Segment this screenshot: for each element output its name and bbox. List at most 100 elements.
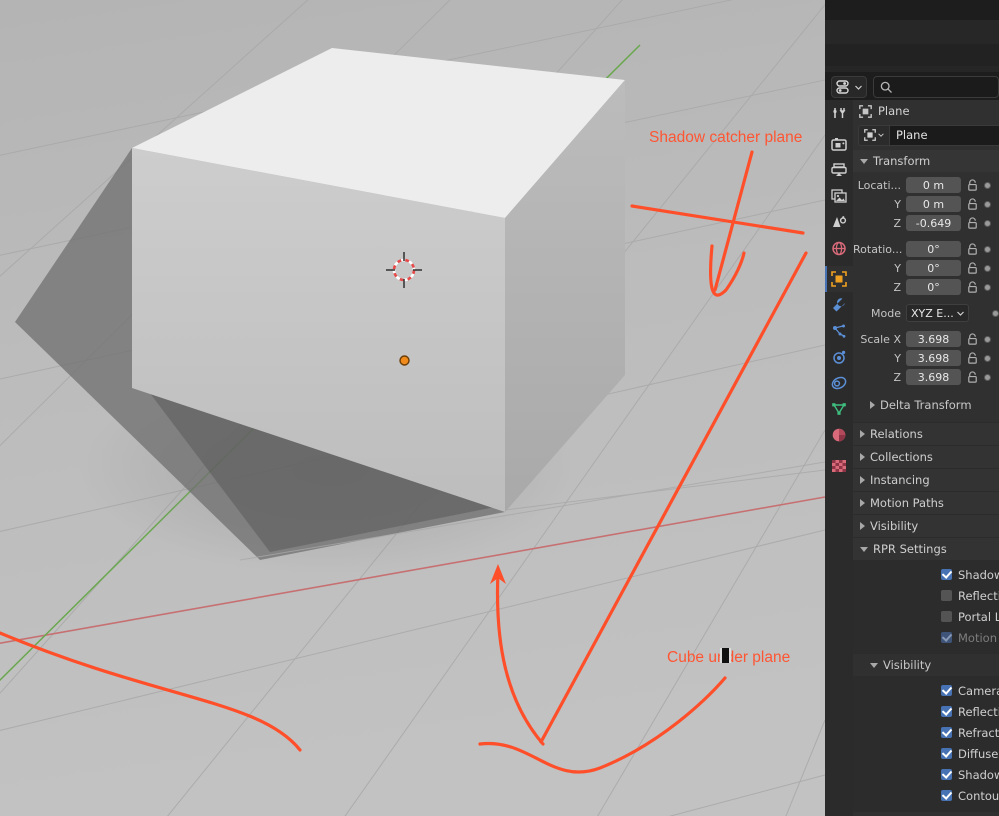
- panel-header-motion-paths[interactable]: Motion Paths: [853, 491, 999, 514]
- unlock-icon[interactable]: [966, 261, 979, 275]
- checkbox-row-reflection-catcher[interactable]: Reflection C...: [853, 585, 999, 606]
- subpanel-header-delta-transform[interactable]: Delta Transform: [853, 395, 999, 415]
- chevron-down-icon: [878, 133, 884, 137]
- panel-header-transform[interactable]: Transform: [853, 150, 999, 172]
- tab-tool[interactable]: [825, 100, 853, 126]
- checkbox-camera[interactable]: [941, 685, 952, 696]
- animate-property-dot[interactable]: [985, 336, 990, 342]
- checkbox-row-refraction[interactable]: Refraction: [853, 722, 999, 743]
- blender-window: Shadow catcher plane Cube under plane: [0, 0, 999, 816]
- properties-body: Plane Plane Transform Locati... 0 m Y 0 …: [853, 100, 999, 816]
- checkbox-row-reflections[interactable]: Reflections: [853, 701, 999, 722]
- tab-material[interactable]: [825, 422, 853, 448]
- label-mode: Mode: [871, 306, 901, 320]
- panel-header-visibility[interactable]: Visibility: [853, 514, 999, 537]
- field-row-location-z: Z -0.649: [853, 214, 999, 232]
- tab-scene[interactable]: [825, 209, 853, 235]
- animate-property-dot[interactable]: [985, 182, 990, 188]
- physics-orbit-icon: [833, 350, 846, 364]
- tab-physics[interactable]: [825, 344, 853, 370]
- field-scale-y[interactable]: 3.698: [906, 350, 961, 366]
- panel-title-visibility: Visibility: [870, 519, 919, 533]
- object-datablock-selector[interactable]: [858, 124, 890, 146]
- chevron-down-icon: [860, 158, 868, 164]
- checkbox-row-shadows[interactable]: Shadows: [853, 764, 999, 785]
- tab-particles[interactable]: [825, 318, 853, 344]
- panel-header-rpr-settings[interactable]: RPR Settings: [853, 537, 999, 560]
- wrench-icon: [833, 298, 845, 312]
- animate-property-dot[interactable]: [985, 246, 990, 252]
- animate-property-dot[interactable]: [985, 201, 990, 207]
- tab-object-constraints[interactable]: [825, 370, 853, 396]
- object-square-icon: [831, 271, 847, 287]
- checkbox-row-shadow-catcher[interactable]: Shadow Cat...: [853, 564, 999, 585]
- dropdown-rotation-mode[interactable]: XYZ E...: [906, 304, 969, 322]
- checkbox-row-diffuse[interactable]: Diffuse: [853, 743, 999, 764]
- tab-view-layer[interactable]: [825, 183, 853, 209]
- chevron-right-icon: [870, 401, 875, 409]
- object-square-icon: [864, 129, 876, 141]
- label-reflections: Reflections: [958, 704, 999, 719]
- chevron-right-icon: [860, 522, 865, 530]
- panel-body-rpr-settings: Shadow Cat... Reflection C... Portal Lig…: [853, 560, 999, 654]
- unlock-icon[interactable]: [966, 370, 979, 384]
- checkbox-contour[interactable]: [941, 790, 952, 801]
- tab-render[interactable]: [825, 131, 853, 157]
- checkbox-refraction[interactable]: [941, 727, 952, 738]
- animate-property-dot[interactable]: [993, 310, 998, 316]
- unlock-icon[interactable]: [966, 178, 979, 192]
- field-scale-z[interactable]: 3.698: [906, 369, 961, 385]
- editor-type-button[interactable]: [831, 76, 867, 98]
- object-name-field[interactable]: Plane: [890, 124, 999, 146]
- checkbox-diffuse[interactable]: [941, 748, 952, 759]
- field-location-z[interactable]: -0.649: [906, 215, 961, 231]
- checkbox-shadows[interactable]: [941, 769, 952, 780]
- field-rotation-z[interactable]: 0°: [906, 279, 961, 295]
- particles-icon: [833, 324, 846, 338]
- animate-property-dot[interactable]: [985, 265, 990, 271]
- unlock-icon[interactable]: [966, 197, 979, 211]
- animate-property-dot[interactable]: [985, 284, 990, 290]
- search-input[interactable]: [873, 76, 999, 98]
- panel-header-collections[interactable]: Collections: [853, 445, 999, 468]
- tab-object-data[interactable]: [825, 396, 853, 422]
- tab-object[interactable]: [825, 266, 853, 292]
- subpanel-title-delta-transform: Delta Transform: [880, 398, 972, 412]
- field-row-scale-y: Y 3.698: [853, 349, 999, 367]
- field-location-x[interactable]: 0 m: [906, 177, 961, 193]
- subpanel-header-rpr-visibility[interactable]: Visibility: [853, 654, 999, 676]
- animate-property-dot[interactable]: [985, 220, 990, 226]
- checkbox-reflection-catcher[interactable]: [941, 590, 952, 601]
- field-scale-x[interactable]: 3.698: [906, 331, 961, 347]
- checkbox-portal-light[interactable]: [941, 611, 952, 622]
- animate-property-dot[interactable]: [985, 355, 990, 361]
- panel-header-instancing[interactable]: Instancing: [853, 468, 999, 491]
- chevron-down-icon: [855, 85, 862, 90]
- panel-title-collections: Collections: [870, 450, 933, 464]
- checkbox-row-portal-light[interactable]: Portal Light: [853, 606, 999, 627]
- animate-property-dot[interactable]: [985, 374, 990, 380]
- unlock-icon[interactable]: [966, 242, 979, 256]
- unlock-icon[interactable]: [966, 280, 979, 294]
- tab-output[interactable]: [825, 157, 853, 183]
- checkbox-row-camera[interactable]: Camera: [853, 680, 999, 701]
- tab-modifiers[interactable]: [825, 292, 853, 318]
- field-rotation-y[interactable]: 0°: [906, 260, 961, 276]
- checkbox-row-contour[interactable]: Contour: [853, 785, 999, 806]
- checkbox-reflections[interactable]: [941, 706, 952, 717]
- unlock-icon[interactable]: [966, 351, 979, 365]
- unlock-icon[interactable]: [966, 216, 979, 230]
- panel-header-relations[interactable]: Relations: [853, 422, 999, 445]
- label-rotation-y: Y: [894, 261, 901, 275]
- tab-world[interactable]: [825, 235, 853, 261]
- panel-body-transform: Locati... 0 m Y 0 m Z -0.649 Rotatio... …: [853, 172, 999, 418]
- 3d-viewport[interactable]: Shadow catcher plane Cube under plane: [0, 0, 825, 816]
- tab-texture[interactable]: [825, 453, 853, 479]
- field-rotation-x[interactable]: 0°: [906, 241, 961, 257]
- printer-icon: [831, 163, 847, 176]
- unlock-icon[interactable]: [966, 332, 979, 346]
- field-location-y[interactable]: 0 m: [906, 196, 961, 212]
- label-shadows: Shadows: [958, 767, 999, 782]
- checkbox-shadow-catcher[interactable]: [941, 569, 952, 580]
- world-globe-icon: [832, 241, 846, 255]
